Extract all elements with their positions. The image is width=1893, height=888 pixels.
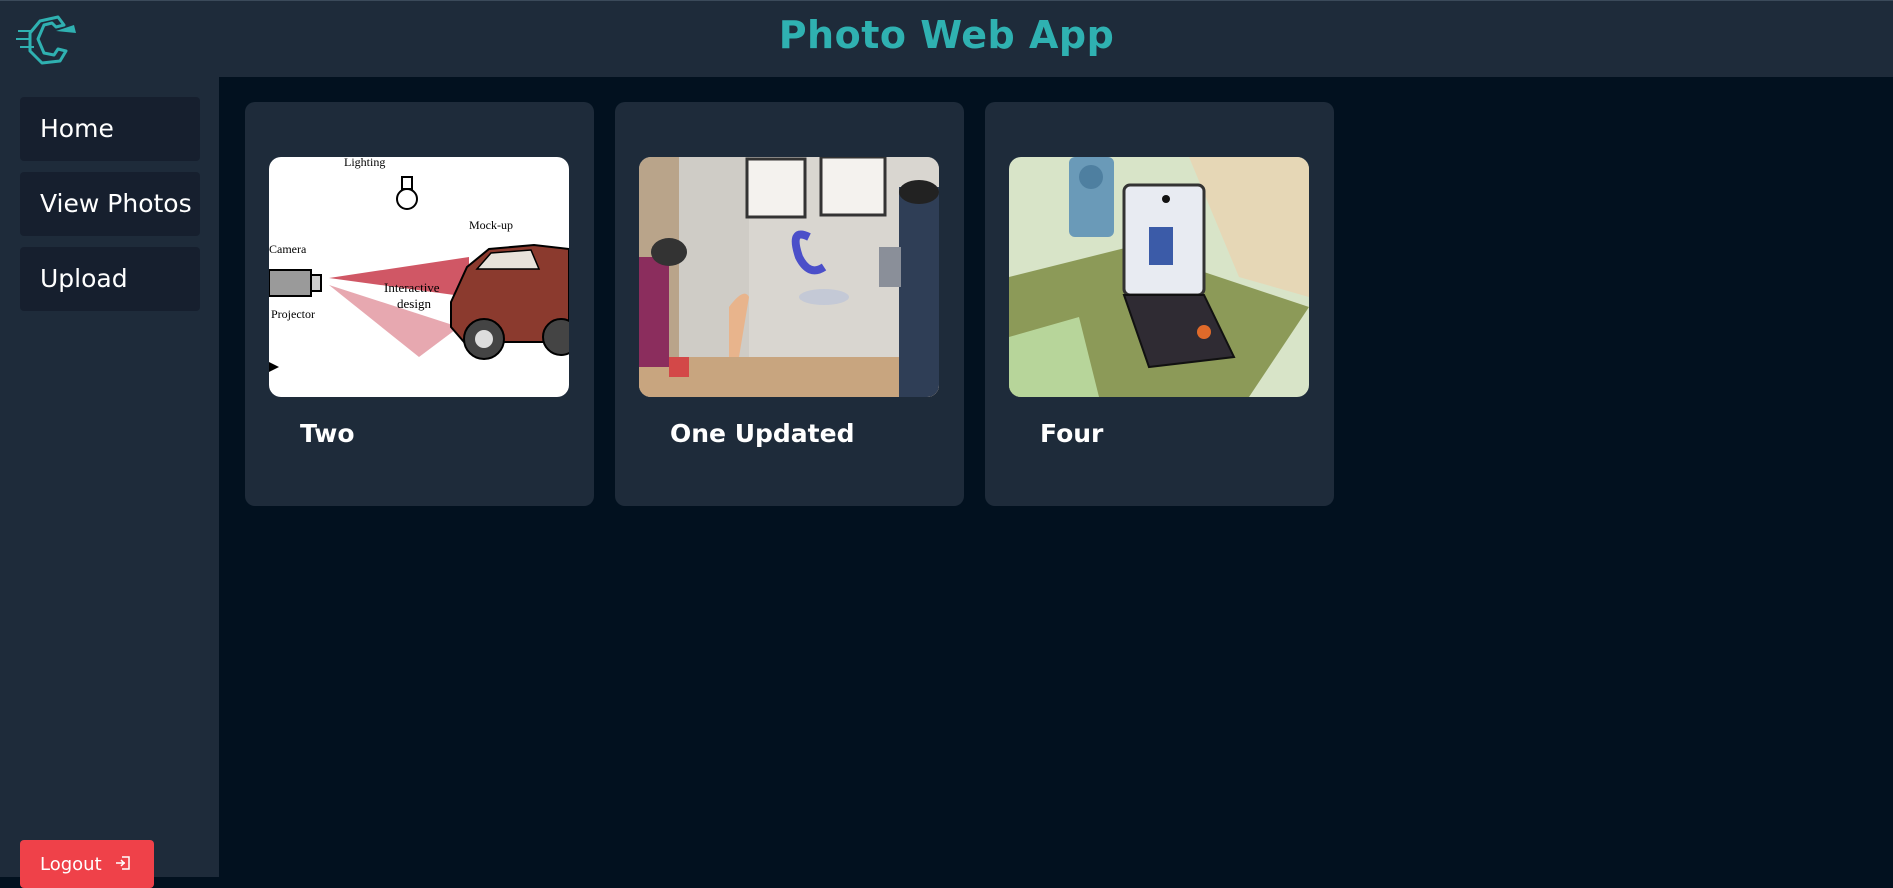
sidebar-item-home[interactable]: Home	[20, 97, 200, 161]
image-label-design: design	[397, 296, 431, 311]
photo-thumbnail[interactable]: Lighting Mock-up Camera Interactive desi…	[269, 157, 569, 397]
photo-title: Four	[1040, 419, 1104, 448]
photo-thumbnail[interactable]	[1009, 157, 1309, 397]
sidebar-item-view-photos[interactable]: View Photos	[20, 172, 200, 236]
photo-card[interactable]: Lighting Mock-up Camera Interactive desi…	[245, 102, 594, 506]
sidebar: Home View Photos Upload	[0, 77, 219, 877]
image-label-camera: Camera	[269, 242, 307, 256]
photo-title: One Updated	[670, 419, 855, 448]
app-header: Photo Web App	[0, 0, 1893, 77]
image-label-mockup: Mock-up	[469, 218, 513, 232]
logout-label: Logout	[40, 854, 102, 875]
photo-card[interactable]: Four	[985, 102, 1334, 506]
logout-button[interactable]: Logout	[20, 840, 154, 888]
sidebar-item-upload[interactable]: Upload	[20, 247, 200, 311]
image-label-interactive: Interactive	[384, 280, 440, 295]
image-label-lighting: Lighting	[344, 157, 385, 169]
app-title: Photo Web App	[778, 13, 1115, 57]
photo-card[interactable]: One Updated	[615, 102, 964, 506]
image-label-projector: Projector	[271, 307, 315, 321]
photo-title: Two	[300, 419, 355, 448]
photo-thumbnail[interactable]	[639, 157, 939, 397]
logout-icon	[115, 855, 131, 876]
